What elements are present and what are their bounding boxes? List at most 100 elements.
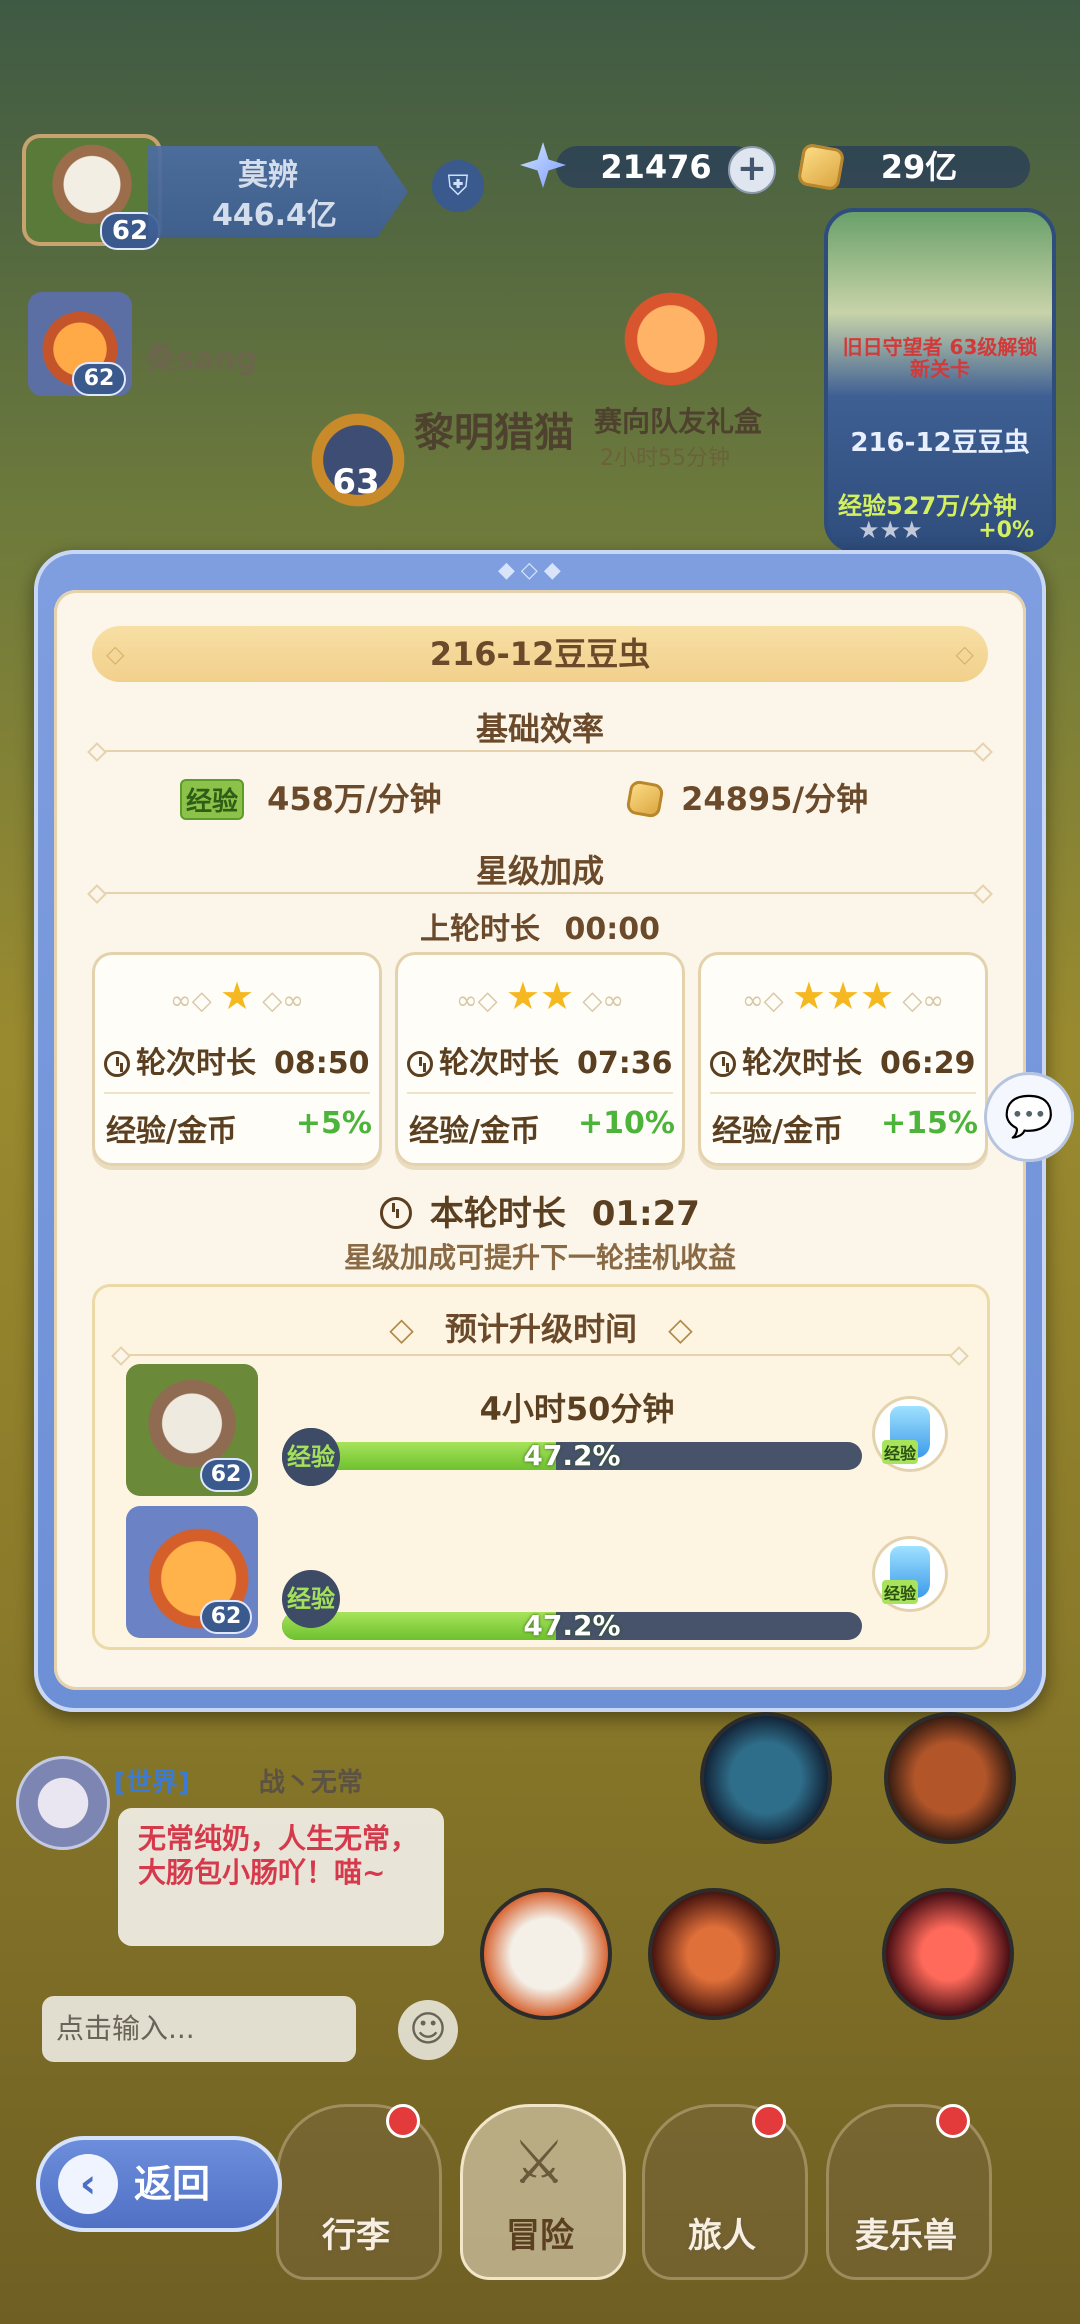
round-duration-label: 轮次时长 xyxy=(136,1046,256,1081)
gold-rate-value: 24895/分钟 xyxy=(681,780,869,818)
hero-exp-bar-1: 47.2% xyxy=(282,1442,862,1470)
reward-label: 经验/金币 xyxy=(712,1114,843,1149)
add-crystal-button[interactable]: + xyxy=(728,146,776,194)
round-duration-label: 轮次时长 xyxy=(742,1046,862,1081)
round-duration-label: 轮次时长 xyxy=(439,1046,559,1081)
map-quest-text: 旧日守望者 63级解锁新关卡 xyxy=(842,335,1038,381)
chat-input[interactable]: 点击输入... xyxy=(42,1996,356,2062)
notification-dot xyxy=(386,2104,420,2138)
notification-dot xyxy=(752,2104,786,2138)
clock-icon xyxy=(710,1051,736,1077)
skill-slot[interactable] xyxy=(700,1712,832,1844)
base-efficiency-title: 基础效率 xyxy=(475,710,604,748)
skill-slot[interactable] xyxy=(480,1888,612,2020)
teammate-level-badge: 62 xyxy=(72,362,126,396)
upgrade-time: 4小时50分钟 xyxy=(479,1390,675,1428)
hero-level-badge: 62 xyxy=(200,1600,252,1634)
reward-bonus: +10% xyxy=(578,1106,675,1141)
chat-header: [世界] 战丶无常 xyxy=(114,1762,363,1799)
notification-dot xyxy=(936,2104,970,2138)
gift-fox-mascot[interactable] xyxy=(612,280,730,398)
current-round-label: 本轮时长 xyxy=(429,1194,566,1234)
hero-exp-percent: 47.2% xyxy=(523,1612,621,1640)
divider xyxy=(96,750,984,752)
exp-potion-button-2[interactable]: 经验 xyxy=(872,1536,948,1612)
nav-adventure-label: 冒险 xyxy=(506,2216,574,2256)
chat-bubble-icon[interactable]: 💬 xyxy=(984,1072,1074,1162)
guild-shield-icon[interactable]: ⛨ xyxy=(432,160,484,212)
gold-rate-row: 24895/分钟 xyxy=(625,774,869,820)
last-round-value: 00:00 xyxy=(564,912,660,947)
current-round-row: 本轮时长 01:27 xyxy=(0,1186,1080,1235)
divider xyxy=(120,1354,960,1356)
round-duration-value: 07:36 xyxy=(577,1046,673,1081)
dialog-title-banner: ◇ 216-12豆豆虫 ◇ xyxy=(92,626,988,682)
diamond-icon: ◇ xyxy=(668,1310,693,1348)
skill-slot[interactable] xyxy=(882,1888,1014,2020)
hero-exp-tag: 经验 xyxy=(282,1428,340,1486)
crossed-swords-icon: ⚔ xyxy=(512,2128,566,2198)
round-duration-value: 06:29 xyxy=(880,1046,976,1081)
star-rating-icon: ∞◇ ★★ ◇∞ xyxy=(456,974,624,1018)
player-name-plate[interactable]: 莫辨 446.4亿 xyxy=(148,146,408,238)
exp-rate-value: 458万/分钟 xyxy=(267,780,442,818)
map-bonus: +0% xyxy=(978,518,1034,543)
hero-exp-percent: 47.2% xyxy=(523,1442,621,1470)
stage-map-card[interactable]: 旧日守望者 63级解锁新关卡 216-12豆豆虫 经验527万/分钟 ★★★ +… xyxy=(824,208,1056,552)
star-rating-icon: ∞◇ ★ ◇∞ xyxy=(170,974,304,1018)
exp-tag: 经验 xyxy=(180,779,245,820)
divider xyxy=(96,892,984,894)
back-button[interactable]: ‹ 返回 xyxy=(36,2136,282,2232)
reward-bonus: +5% xyxy=(295,1106,372,1141)
dialog-ornament-icon: ◆◇◆ xyxy=(498,558,567,583)
reward-label: 经验/金币 xyxy=(409,1114,540,1149)
star-card-3: ∞◇ ★★★ ◇∞ 轮次时长 06:29 经验/金币 +15% xyxy=(698,952,988,1166)
clock-icon xyxy=(407,1051,433,1077)
diamond-icon: ◇ xyxy=(389,1310,414,1348)
upgrade-title: ◇ 预计升级时间 ◇ xyxy=(389,1310,693,1348)
nav-luggage-label: 行李 xyxy=(322,2216,390,2256)
chat-channel: [世界] xyxy=(114,1768,190,1798)
star-rating-icon: ∞◇ ★★★ ◇∞ xyxy=(741,974,945,1018)
hero-exp-bar-2: 47.2% xyxy=(282,1612,862,1640)
guide-name: 黎明猎猫 xyxy=(414,410,574,456)
current-round-value: 01:27 xyxy=(591,1194,700,1234)
round-duration-value: 08:50 xyxy=(274,1046,370,1081)
chat-sender: 战丶无常 xyxy=(258,1768,363,1798)
crystal-icon xyxy=(520,142,566,188)
nav-pets-label: 麦乐兽 xyxy=(855,2216,957,2256)
last-round-label: 上轮时长 xyxy=(420,912,541,947)
nav-traveler-label: 旅人 xyxy=(688,2216,756,2256)
gift-box-label[interactable]: 赛向队友礼盒 xyxy=(594,400,762,440)
exp-potion-button-1[interactable]: 经验 xyxy=(872,1396,948,1472)
skill-slot[interactable] xyxy=(648,1888,780,2020)
star-bonus-hint: 星级加成可提升下一轮挂机收益 xyxy=(343,1241,736,1274)
star-bonus-title: 星级加成 xyxy=(475,852,604,890)
gold-coin-icon xyxy=(625,779,665,819)
map-stage-name: 216-12豆豆虫 xyxy=(850,428,1030,458)
reward-bonus: +15% xyxy=(881,1106,978,1141)
player-power: 446.4亿 xyxy=(212,198,337,233)
emoji-icon[interactable]: ☺ xyxy=(398,2000,458,2060)
last-round-row: 上轮时长 00:00 xyxy=(0,904,1080,948)
skill-slot[interactable] xyxy=(884,1712,1016,1844)
player-name: 莫辨 xyxy=(238,158,298,193)
reward-label: 经验/金币 xyxy=(106,1114,237,1149)
exp-rate-row: 经验 458万/分钟 xyxy=(180,774,442,820)
back-arrow-icon: ‹ xyxy=(58,2154,118,2214)
diamond-icon: ◇ xyxy=(106,640,125,668)
teammate-name: 桑sang xyxy=(146,342,257,377)
crystal-counter: 21476 xyxy=(556,146,756,188)
hero-level-badge: 62 xyxy=(200,1458,252,1492)
guide-level: 63 xyxy=(332,462,380,502)
clock-icon xyxy=(104,1051,130,1077)
hero-exp-tag: 经验 xyxy=(282,1570,340,1628)
star-card-2: ∞◇ ★★ ◇∞ 轮次时长 07:36 经验/金币 +10% xyxy=(395,952,685,1166)
chat-sender-avatar[interactable] xyxy=(16,1756,110,1850)
star-card-1: ∞◇ ★ ◇∞ 轮次时长 08:50 经验/金币 +5% xyxy=(92,952,382,1166)
back-label: 返回 xyxy=(134,2162,211,2206)
gift-box-timer: 2小时55分钟 xyxy=(600,446,730,471)
dialog-title: 216-12豆豆虫 xyxy=(429,635,651,673)
map-stars-icon: ★★★ xyxy=(858,516,923,544)
gold-coin-icon xyxy=(796,142,846,192)
